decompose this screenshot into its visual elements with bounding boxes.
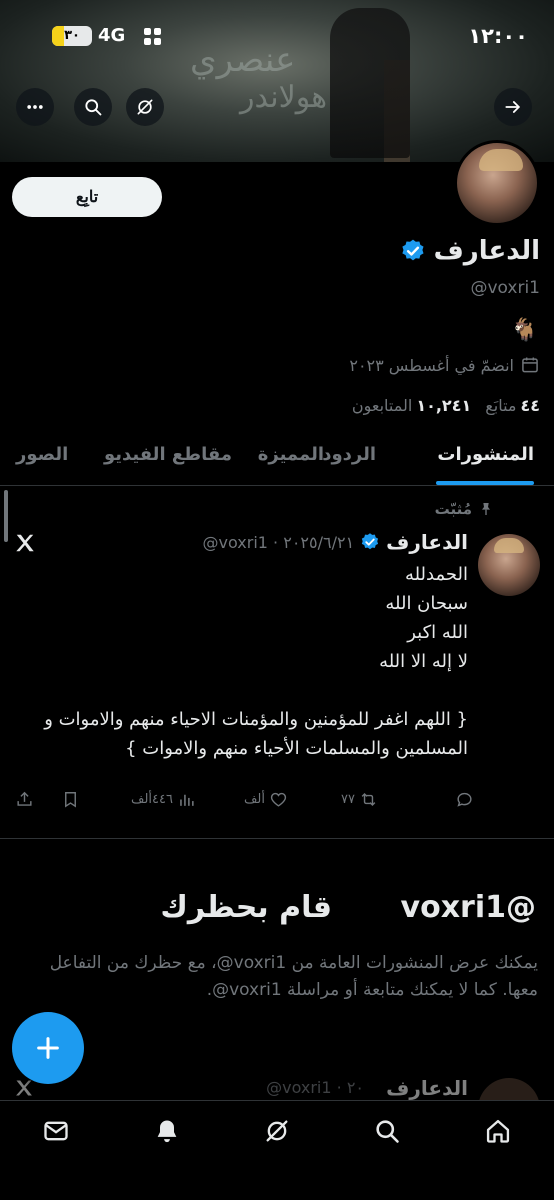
repost-icon	[361, 792, 376, 807]
nav-search[interactable]	[367, 1111, 407, 1151]
battery-indicator: ٣٠	[52, 26, 92, 46]
repost-count: ٧٧	[341, 792, 355, 807]
tab-videos[interactable]: مقاطع الفيديو	[104, 444, 232, 465]
more-button[interactable]	[16, 88, 54, 126]
repost-button[interactable]: ٧٧	[341, 790, 378, 809]
tab-posts[interactable]: المنشورات	[437, 444, 534, 465]
heart-icon	[270, 792, 287, 807]
views-count: ٤٤٦ألف	[131, 792, 173, 807]
following-stat[interactable]: ٤٤متابَع	[485, 396, 540, 415]
profile-handle: @voxri1	[470, 278, 540, 298]
verified-badge-icon[interactable]	[400, 238, 426, 264]
profile-avatar[interactable]	[454, 140, 540, 226]
search-button[interactable]	[74, 88, 112, 126]
x-logo-icon	[14, 1078, 34, 1100]
views-icon	[180, 794, 194, 806]
next-post-preview[interactable]: الدعارف @voxri1 · ٢٠	[0, 1064, 554, 1100]
blocked-title-handle: @voxri1	[400, 890, 536, 925]
nav-messages[interactable]	[36, 1111, 76, 1151]
profile-name-row: الدعارف	[400, 236, 540, 266]
pinned-label: مُثبّت	[435, 500, 494, 518]
bottom-navigation	[0, 1100, 554, 1200]
blocked-title-text: قام بحظرك	[160, 890, 332, 925]
status-bar: ٣٠ 4G ١٢:٠٠	[0, 22, 554, 52]
nav-notifications[interactable]	[147, 1111, 187, 1151]
share-button[interactable]	[15, 790, 34, 809]
tab-highlights[interactable]: المميزة	[258, 444, 324, 465]
profile-stats: ٤٤متابَع ١٠,٢٤١المتابعون	[352, 396, 540, 415]
plus-icon	[37, 1037, 59, 1059]
arrow-forward-icon	[505, 101, 520, 113]
views-button[interactable]: ٤٤٦ألف	[131, 790, 196, 809]
share-icon	[17, 791, 32, 806]
followers-label: المتابعون	[351, 396, 413, 415]
post-text[interactable]: الحمدلله سبحان الله الله اكبر لا إله الا…	[18, 560, 468, 763]
grok-icon	[266, 1120, 288, 1142]
compose-button[interactable]	[12, 1012, 84, 1084]
pinned-text: مُثبّت	[434, 500, 472, 518]
profile-bio: 🐐	[510, 318, 538, 343]
blocked-heading: قام بحظرك @voxri1	[160, 890, 536, 925]
verified-badge-icon	[360, 532, 380, 552]
profile-name: الدعارف	[433, 236, 540, 266]
status-time: ١٢:٠٠	[468, 24, 528, 48]
post-actions: ٧٧ ألف ٤٤٦ألف	[14, 790, 474, 816]
grok-button[interactable]	[126, 88, 164, 126]
pin-icon	[482, 503, 490, 515]
profile-tabs: المنشورات الردود المميزة مقاطع الفيديو ا…	[0, 432, 554, 486]
followers-count: ١٠,٢٤١	[416, 396, 472, 415]
bell-icon	[157, 1120, 177, 1143]
bookmark-button[interactable]	[61, 790, 80, 809]
search-icon	[85, 99, 102, 116]
tab-replies[interactable]: الردود	[322, 444, 376, 465]
like-button[interactable]: ألف	[244, 790, 288, 809]
followers-stat[interactable]: ١٠,٢٤١المتابعون	[352, 396, 471, 415]
active-tab-indicator	[436, 481, 534, 485]
reply-button[interactable]	[455, 790, 474, 809]
x-logo-icon	[14, 532, 36, 560]
search-icon	[376, 1120, 399, 1143]
scroll-indicator[interactable]	[4, 490, 8, 542]
follow-button[interactable]: تابِع	[12, 177, 162, 217]
nav-home[interactable]	[478, 1111, 518, 1151]
post-meta: @voxri1 · ٢٠٢٥/٦/٢١	[202, 532, 355, 552]
next-post-author: الدعارف	[386, 1076, 468, 1100]
following-label: متابَع	[485, 396, 517, 415]
grok-icon	[137, 99, 153, 115]
calendar-icon	[522, 357, 538, 373]
battery-label: ٣٠	[64, 28, 80, 43]
back-button[interactable]	[494, 88, 532, 126]
reply-icon	[457, 792, 472, 807]
next-post-meta: @voxri1 · ٢٠	[266, 1078, 364, 1097]
mail-icon	[44, 1121, 68, 1141]
next-post-avatar	[478, 1078, 540, 1100]
joined-label: انضمّ في أغسطس ٢٠٢٣	[349, 355, 514, 375]
post-author-name[interactable]: الدعارف	[386, 530, 468, 554]
like-count: ألف	[243, 792, 265, 807]
more-icon	[27, 105, 43, 109]
bookmark-icon	[65, 792, 76, 808]
following-count: ٤٤	[520, 396, 540, 415]
post-avatar[interactable]	[478, 534, 540, 596]
banner-wall-text-2: هولاندر	[240, 80, 328, 115]
network-label: 4G	[98, 25, 126, 46]
post-header: الدعارف @voxri1 · ٢٠٢٥/٦/٢١	[203, 530, 468, 554]
section-divider	[0, 838, 554, 839]
home-icon	[486, 1119, 510, 1143]
app-grid-icon	[144, 28, 162, 46]
joined-date: انضمّ في أغسطس ٢٠٢٣	[349, 355, 540, 375]
nav-grok[interactable]	[257, 1111, 297, 1151]
blocked-message: يمكنك عرض المنشورات العامة من ‎@voxri1، …	[49, 953, 538, 1000]
tab-photos[interactable]: الصور	[16, 444, 68, 465]
